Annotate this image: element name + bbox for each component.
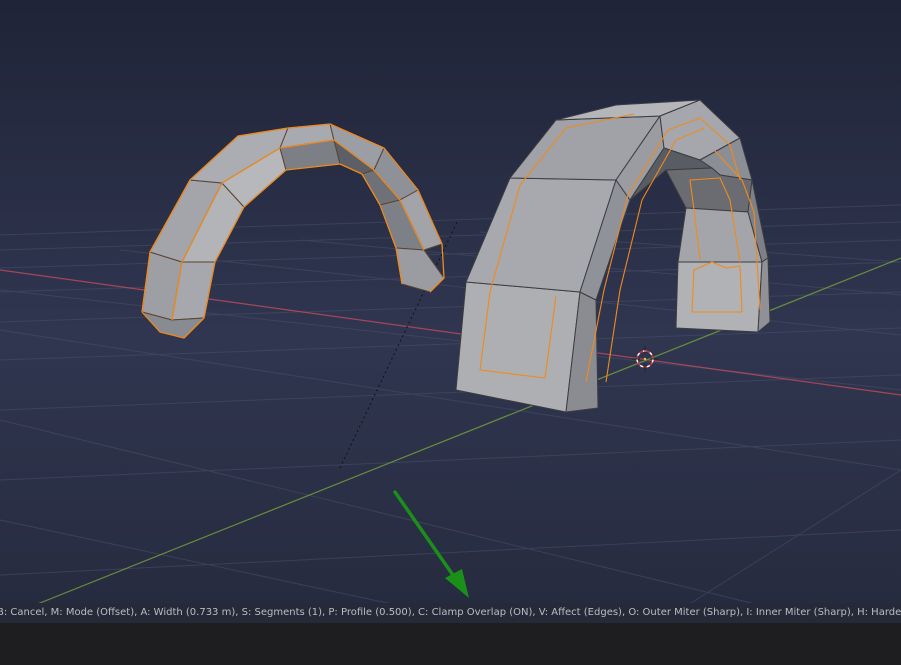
viewport-canvas[interactable] — [0, 0, 901, 665]
bottom-panel — [0, 623, 901, 665]
status-bar-text: B: Cancel, M: Mode (Offset), A: Width (0… — [0, 607, 901, 618]
3d-viewport[interactable] — [0, 0, 901, 665]
status-bar: B: Cancel, M: Mode (Offset), A: Width (0… — [0, 603, 901, 623]
